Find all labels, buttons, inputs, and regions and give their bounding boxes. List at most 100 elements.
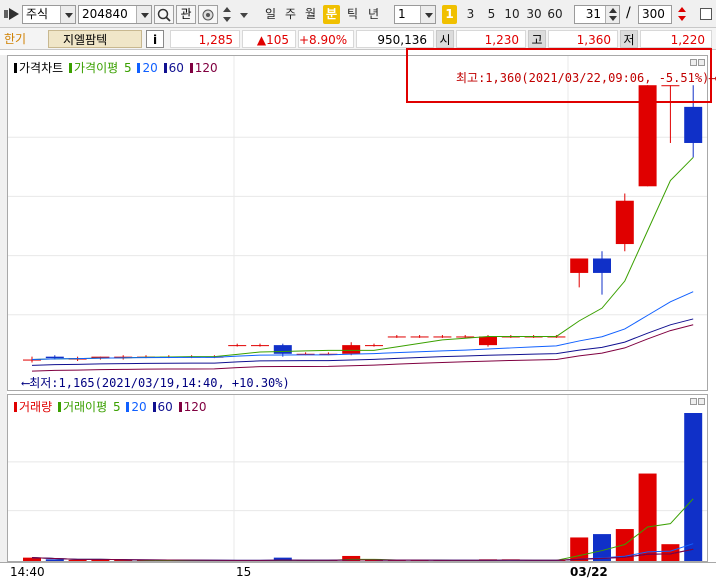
tab-period-day[interactable]: 일 <box>262 5 279 24</box>
code-input[interactable]: 204840 <box>78 5 152 24</box>
volume-bar <box>684 413 703 561</box>
legend-marker <box>14 402 17 412</box>
price-legend: 가격차트 가격이평 5 20 60 120 <box>14 59 220 76</box>
candle-body <box>251 345 269 347</box>
open-price: 1,230 <box>456 30 526 48</box>
open-label: 시 <box>436 30 454 48</box>
volume-legend: 거래량 거래이평 5 20 60 120 <box>14 398 209 415</box>
volume-ma-20: 20 <box>131 400 147 414</box>
price-legend-title: 가격차트 <box>19 61 64 75</box>
total-value: 300 <box>642 7 665 21</box>
legend-marker <box>126 402 130 412</box>
candle-body <box>410 336 429 338</box>
volume-bar <box>45 559 64 561</box>
settings-button[interactable] <box>198 5 218 24</box>
watch-button[interactable]: 관 <box>176 5 196 24</box>
stock-name: 지엘팜텍 <box>63 33 108 47</box>
candle-body <box>433 336 452 338</box>
volume-legend-title: 거래량 <box>19 400 53 414</box>
search-icon <box>157 8 171 22</box>
interval-value: 1 <box>398 7 406 21</box>
option-checkbox[interactable] <box>700 8 712 20</box>
candle-body <box>342 345 361 354</box>
minute-option-5[interactable]: 5 <box>483 5 500 24</box>
price-change: ▲105 <box>242 30 296 48</box>
price-change-pct: +8.90% <box>298 30 354 48</box>
tab-period-year[interactable]: 년 <box>365 5 382 24</box>
code-value: 204840 <box>82 7 128 21</box>
high-price: 1,360 <box>548 30 618 48</box>
market-select[interactable]: 주식 <box>22 5 76 24</box>
price-ma-120: 120 <box>194 61 218 75</box>
x-tick-label: 15 <box>236 565 252 579</box>
legend-marker <box>57 402 61 412</box>
trade-volume: 950,136 <box>356 30 434 48</box>
legend-marker <box>163 63 167 73</box>
ma5-line <box>31 157 694 361</box>
spin-icon[interactable] <box>605 6 619 23</box>
price-ma-60: 60 <box>168 61 184 75</box>
total-input[interactable]: 300 <box>638 5 672 24</box>
price-chart-pane[interactable]: 가격차트 가격이평 5 20 60 120 ⟵최저:1,165(2021/03/… <box>7 55 708 391</box>
interval-select[interactable]: 1 <box>394 5 436 24</box>
volume-chart-canvas <box>8 395 707 561</box>
volume-bar <box>638 473 657 561</box>
low-price: 1,220 <box>640 30 712 48</box>
price-ma-20: 20 <box>142 61 158 75</box>
gear-icon <box>202 9 214 21</box>
pane-minimize-button[interactable] <box>690 398 697 405</box>
minute-option-10[interactable]: 10 <box>502 5 522 24</box>
count-input[interactable]: 31 <box>574 5 620 24</box>
search-button[interactable] <box>154 5 174 24</box>
minute-option-3[interactable]: 3 <box>462 5 479 24</box>
candle-body <box>387 336 406 338</box>
low-label: 저 <box>620 30 638 48</box>
chevron-down-icon[interactable] <box>136 6 151 23</box>
quote-bar: 한기 지엘팜텍 i 1,285 ▲105 +8.90% 950,136 시 1,… <box>0 28 716 50</box>
candle-body <box>593 258 611 273</box>
tab-period-week[interactable]: 주 <box>282 5 299 24</box>
legend-marker <box>189 63 193 73</box>
tab-period-minute[interactable]: 분 <box>323 5 340 24</box>
low-annotation: ⟵최저:1,165(2021/03/19,14:40, +10.30%) <box>22 376 290 390</box>
chart-icon[interactable] <box>3 7 20 21</box>
chevron-down-icon[interactable] <box>60 6 75 23</box>
minute-option-60[interactable]: 60 <box>545 5 565 24</box>
toolbar: 주식 204840 관 일 주 월 분 틱 년 1 1 3 5 10 30 60… <box>0 0 716 28</box>
time-axis: 14:40 15 03/22 <box>0 562 716 582</box>
price-ma-legend: 가격이평 <box>74 61 119 75</box>
pane-close-button[interactable] <box>698 398 705 405</box>
candle-body <box>479 336 497 346</box>
spin-button[interactable] <box>220 5 234 24</box>
legend-marker <box>69 63 72 73</box>
stock-name-field[interactable]: 지엘팜텍 <box>48 30 142 48</box>
minute-option-30[interactable]: 30 <box>524 5 544 24</box>
price-ma-5: 5 <box>124 61 132 75</box>
market-select-value: 주식 <box>26 7 49 21</box>
reset-icon[interactable] <box>675 6 689 22</box>
info-button[interactable]: i <box>146 30 164 48</box>
tab-period-month[interactable]: 월 <box>302 5 319 24</box>
high-label: 고 <box>528 30 546 48</box>
volume-ma-60: 60 <box>157 400 173 414</box>
x-tick-label: 14:40 <box>10 565 45 579</box>
volume-chart-pane[interactable]: 거래량 거래이평 5 20 60 120 <box>7 394 708 562</box>
candle-body <box>365 345 383 347</box>
legend-marker <box>14 63 17 73</box>
volume-ma-5: 5 <box>112 400 121 414</box>
legend-marker <box>152 402 156 412</box>
ma20-line <box>31 291 694 361</box>
candle-body <box>570 258 589 273</box>
candle-body <box>228 345 247 347</box>
chevron-down-icon[interactable] <box>238 5 250 24</box>
price-chart-canvas <box>8 56 707 390</box>
tab-period-tick[interactable]: 틱 <box>344 5 361 24</box>
candle-body <box>273 345 292 354</box>
chevron-down-icon[interactable] <box>420 6 435 23</box>
high-annotation: 최고:1,360(2021/03/22,09:06, -5.51%)⟶ <box>456 71 716 85</box>
minute-option-1[interactable]: 1 <box>442 5 457 24</box>
current-price: 1,285 <box>170 30 240 48</box>
toggle-label[interactable]: 한기 <box>4 30 26 48</box>
candle-body <box>615 200 634 245</box>
info-label: i <box>152 33 158 47</box>
